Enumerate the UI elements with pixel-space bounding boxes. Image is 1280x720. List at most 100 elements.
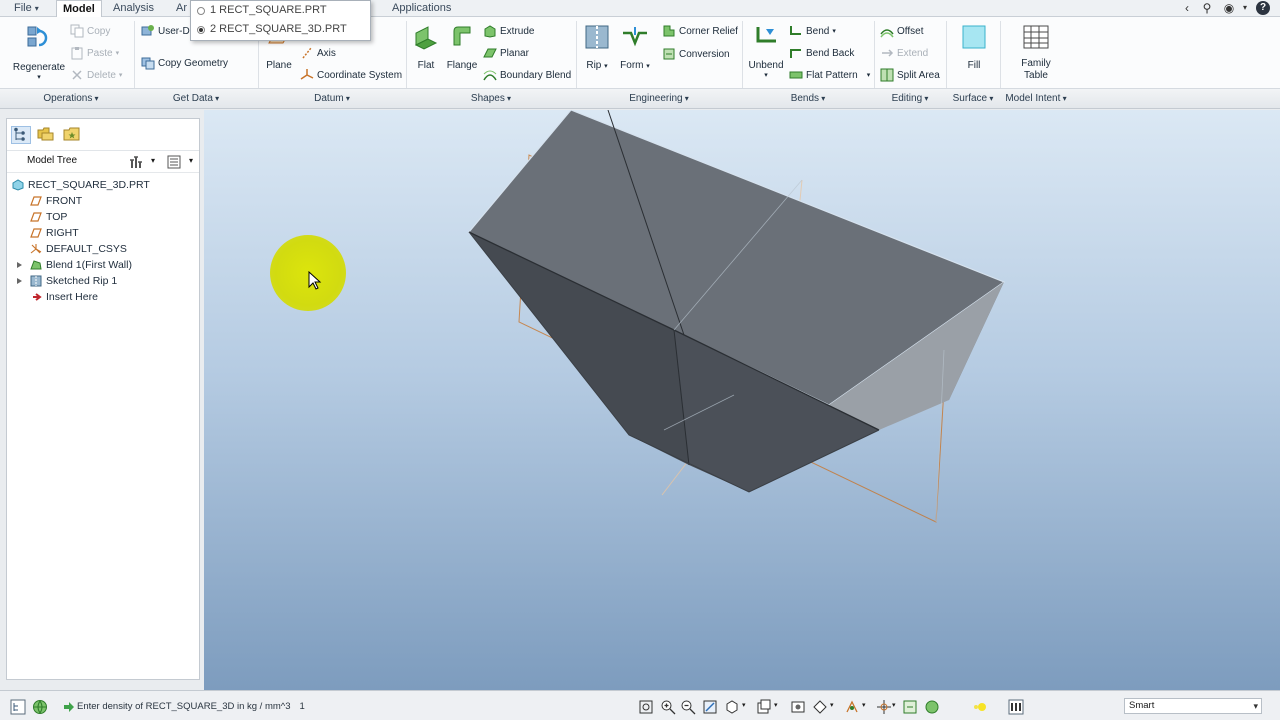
bend-back-button[interactable]: Bend Back xyxy=(789,44,854,62)
datum-display-icon[interactable] xyxy=(844,699,860,715)
datum-display-dropdown-icon[interactable]: ▾ xyxy=(862,701,866,709)
saved-orientations-dropdown-icon[interactable]: ▾ xyxy=(774,701,778,709)
group-get-data[interactable]: Get Data xyxy=(134,89,258,109)
flat-pattern-label: Flat Pattern xyxy=(806,69,858,81)
fill-button[interactable]: Fill xyxy=(956,23,992,71)
flange-button[interactable]: Flange xyxy=(446,23,478,71)
show-browser-icon[interactable] xyxy=(32,699,48,715)
axis-button[interactable]: Axis xyxy=(300,44,336,62)
offset-button[interactable]: Offset xyxy=(880,22,924,40)
coordinate-system-button[interactable]: Coordinate System xyxy=(300,66,402,84)
tree-item-label: TOP xyxy=(46,211,68,223)
display-style-dropdown-icon[interactable]: ▾ xyxy=(742,701,746,709)
window-item-1[interactable]: 1 RECT_SQUARE.PRT xyxy=(191,1,370,20)
folder-browser-tab[interactable] xyxy=(37,126,57,144)
chevron-icon[interactable]: ‹ xyxy=(1180,1,1194,15)
boundary-blend-button[interactable]: Boundary Blend xyxy=(483,66,571,84)
selection-filter-dropdown[interactable]: Smart xyxy=(1124,698,1262,714)
zoom-in-icon[interactable] xyxy=(660,699,676,715)
bend-icon xyxy=(790,26,801,35)
planar-button[interactable]: Planar xyxy=(483,44,529,62)
status-message: Enter density of RECT_SQUARE_3D in kg / … xyxy=(77,701,291,712)
ribbon-group-labels: Operations Get Data Datum Shapes Enginee… xyxy=(0,88,1280,109)
group-editing[interactable]: Editing xyxy=(874,89,946,109)
rip-button[interactable]: Rip ▾ xyxy=(582,23,612,71)
find-icon[interactable] xyxy=(1008,699,1024,715)
window-item-label: 1 RECT_SQUARE.PRT xyxy=(210,4,327,16)
appearance-icon[interactable] xyxy=(924,699,940,715)
copy-geometry-button[interactable]: Copy Geometry xyxy=(141,54,228,72)
expand-arrow-icon[interactable] xyxy=(17,262,22,268)
group-model-intent[interactable]: Model Intent xyxy=(1000,89,1072,109)
expand-arrow-icon[interactable] xyxy=(17,278,22,284)
spin-center-icon[interactable] xyxy=(876,699,892,715)
group-shapes[interactable]: Shapes xyxy=(406,89,576,109)
flat-button[interactable]: Flat xyxy=(412,23,440,71)
model-tree: RECT_SQUARE_3D.PRT FRONT TOP RIGHT DEFAU… xyxy=(7,173,199,305)
bend-button[interactable]: Bend ▾ xyxy=(789,22,836,40)
tree-item-right[interactable]: RIGHT xyxy=(7,225,199,241)
tree-item-part[interactable]: RECT_SQUARE_3D.PRT xyxy=(7,177,199,193)
search-icon[interactable]: ⚲ xyxy=(1200,1,1214,15)
tree-item-blend[interactable]: Blend 1(First Wall) xyxy=(7,257,199,273)
form-button[interactable]: Form ▾ xyxy=(616,23,654,71)
favorites-tab[interactable] xyxy=(63,126,83,144)
window-item-2[interactable]: 2 RECT_SQUARE_3D.PRT xyxy=(191,20,370,39)
tab-file[interactable]: File ▾ xyxy=(8,0,45,17)
model-tree-tab[interactable] xyxy=(11,126,31,144)
spin-center-dropdown-icon[interactable]: ▾ xyxy=(892,701,896,709)
paste-button[interactable]: Paste ▾ xyxy=(70,44,119,62)
repaint-icon[interactable] xyxy=(702,699,718,715)
tree-item-insert-here[interactable]: Insert Here xyxy=(7,289,199,305)
refit-icon[interactable] xyxy=(638,699,654,715)
bend-back-label: Bend Back xyxy=(806,47,855,59)
tree-item-default-csys[interactable]: DEFAULT_CSYS xyxy=(7,241,199,257)
tree-item-top[interactable]: TOP xyxy=(7,209,199,225)
csys-icon xyxy=(30,244,42,254)
tree-columns-dropdown-icon[interactable]: ▾ xyxy=(189,156,193,165)
perspective-dropdown-icon[interactable]: ▾ xyxy=(830,701,834,709)
tree-settings-dropdown-icon[interactable]: ▾ xyxy=(151,156,155,165)
zoom-out-icon[interactable] xyxy=(680,699,696,715)
group-operations[interactable]: Operations xyxy=(8,89,134,109)
perspective-view-icon[interactable] xyxy=(812,699,828,715)
coordinate-system-label: Coordinate System xyxy=(317,69,403,81)
family-table-button[interactable]: Family Table xyxy=(1014,23,1058,82)
group-surface[interactable]: Surface xyxy=(946,89,1000,109)
copy-label: Copy xyxy=(87,25,111,37)
delete-button[interactable]: Delete ▾ xyxy=(70,66,122,84)
tree-item-label: FRONT xyxy=(46,195,83,207)
annotation-display-icon[interactable] xyxy=(902,699,918,715)
split-area-button[interactable]: Split Area xyxy=(880,66,940,84)
group-bends[interactable]: Bends xyxy=(742,89,874,109)
extend-button[interactable]: Extend xyxy=(880,44,928,62)
view-manager-icon[interactable] xyxy=(790,699,806,715)
tab-file-label: File xyxy=(14,2,32,14)
tree-item-front[interactable]: FRONT xyxy=(7,193,199,209)
tab-analysis[interactable]: Analysis xyxy=(107,0,160,17)
user-defined-feature-button[interactable]: User-D xyxy=(141,22,190,40)
saved-orientations-icon[interactable] xyxy=(756,699,772,715)
help-icon[interactable]: ? xyxy=(1256,1,1270,15)
display-style-icon[interactable] xyxy=(724,699,740,715)
flat-pattern-button[interactable]: Flat Pattern ▾ xyxy=(789,66,870,84)
graphics-window[interactable] xyxy=(204,110,1280,690)
conversion-button[interactable]: Conversion xyxy=(662,45,730,63)
model-geometry[interactable] xyxy=(204,110,1280,690)
extrude-button[interactable]: Extrude xyxy=(483,22,534,40)
group-datum[interactable]: Datum xyxy=(258,89,406,109)
tree-settings-icon[interactable] xyxy=(129,154,145,170)
tree-item-sketched-rip[interactable]: Sketched Rip 1 xyxy=(7,273,199,289)
unbend-button[interactable]: Unbend ▾ xyxy=(748,23,784,79)
tree-columns-icon[interactable] xyxy=(167,155,181,169)
show-navigator-icon[interactable] xyxy=(10,699,26,715)
settings-icon[interactable]: ◉ xyxy=(1222,1,1236,15)
regenerate-button[interactable]: Regenerate ▾ xyxy=(12,23,66,81)
tab-applications[interactable]: Applications xyxy=(386,0,457,17)
group-engineering[interactable]: Engineering xyxy=(576,89,742,109)
copy-button[interactable]: Copy xyxy=(70,22,110,40)
dropdown-icon[interactable]: ▾ xyxy=(1238,1,1252,15)
form-icon xyxy=(623,27,647,47)
corner-relief-button[interactable]: Corner Relief xyxy=(662,22,738,40)
tab-model[interactable]: Model xyxy=(56,0,102,18)
